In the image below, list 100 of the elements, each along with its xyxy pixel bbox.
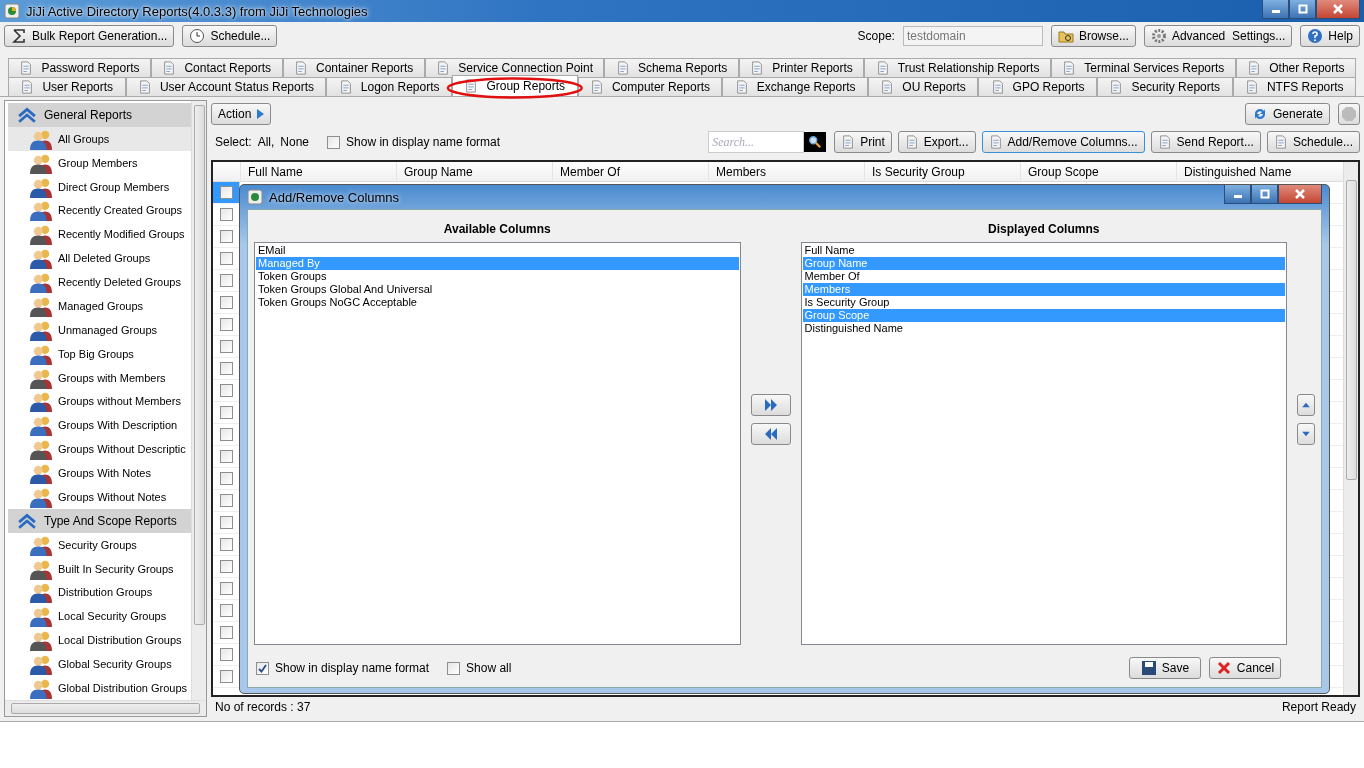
toolbar-button[interactable]: Bulk Report Generation... (4, 25, 175, 47)
tab[interactable]: Service Connection Point (424, 58, 605, 77)
checkbox[interactable] (219, 648, 233, 661)
checkbox[interactable] (219, 318, 233, 331)
report-button[interactable]: Send Report... (1150, 131, 1261, 153)
sidebar-item[interactable]: Top Big Groups (8, 341, 191, 366)
checkbox[interactable] (219, 296, 233, 309)
checkbox[interactable] (219, 208, 233, 221)
sidebar-item[interactable]: Built In Security Groups (8, 556, 191, 581)
toolbar-button[interactable]: Browse... (1050, 25, 1136, 47)
report-button[interactable]: Add/Remove Columns... (981, 131, 1145, 153)
sidebar-item[interactable]: Groups Without Notes (8, 485, 191, 509)
section-header[interactable]: Type And Scope Reports (8, 508, 191, 533)
checkbox[interactable] (219, 384, 233, 397)
column-header[interactable]: Group Scope (1020, 162, 1176, 181)
tab[interactable]: Password Reports (8, 58, 151, 77)
checkbox[interactable] (219, 362, 233, 375)
column-header[interactable]: Member Of (552, 162, 708, 181)
tab[interactable]: Trust Relationship Reports (864, 58, 1051, 77)
sidebar-item[interactable]: Distribution Groups (8, 580, 191, 605)
checkbox[interactable] (219, 560, 233, 573)
checkbox[interactable] (327, 135, 341, 149)
sidebar-item[interactable]: Group Members (8, 150, 191, 175)
checkbox[interactable] (219, 274, 233, 287)
checkbox[interactable] (219, 494, 233, 507)
sidebar-item[interactable]: Global Security Groups (8, 652, 191, 676)
tab[interactable]: Computer Reports (577, 77, 723, 96)
checkbox[interactable] (219, 252, 233, 265)
sidebar-item[interactable]: Global Distribution Groups (8, 676, 191, 700)
checkbox[interactable] (219, 538, 233, 551)
checkbox[interactable] (219, 340, 233, 353)
sidebar-item[interactable]: Direct Group Members (8, 174, 191, 199)
checkbox[interactable] (219, 406, 233, 419)
tab[interactable]: Other Reports (1235, 58, 1357, 77)
search-button[interactable] (804, 132, 827, 152)
action-button[interactable]: Action (211, 103, 272, 125)
sidebar-item[interactable]: Local Security Groups (8, 604, 191, 629)
close-button[interactable] (1278, 185, 1322, 204)
checkbox[interactable] (219, 670, 233, 683)
tab[interactable]: OU Reports (867, 77, 979, 96)
close-button[interactable] (1316, 0, 1360, 19)
tab[interactable]: User Account Status Reports (125, 77, 327, 96)
sidebar-item[interactable]: Groups Without Descriptic (8, 437, 191, 462)
checkbox[interactable] (219, 516, 233, 529)
section-header[interactable]: General Reports (8, 103, 191, 127)
sidebar-item[interactable]: All Groups (8, 126, 191, 151)
add-button[interactable] (750, 394, 791, 416)
tab[interactable]: Exchange Reports (722, 77, 868, 96)
select-all-link[interactable]: All, (257, 135, 275, 149)
checkbox[interactable] (219, 582, 233, 595)
list-item[interactable]: EMail (256, 244, 739, 257)
tab[interactable]: Contact Reports (150, 58, 283, 77)
checkbox[interactable] (447, 661, 461, 675)
list-item[interactable]: Token Groups NoGC Acceptable (256, 296, 739, 309)
minimize-button[interactable] (1224, 185, 1251, 204)
sidebar-item[interactable]: All Deleted Groups (8, 246, 191, 271)
column-header[interactable]: Full Name (240, 162, 396, 181)
list-item[interactable]: Token Groups Global And Universal (256, 283, 739, 296)
sidebar-item[interactable]: Groups With Description (8, 413, 191, 438)
minimize-button[interactable] (1262, 0, 1289, 19)
sidebar-item[interactable]: Groups With Notes (8, 461, 191, 485)
tab[interactable]: Printer Reports (738, 58, 865, 77)
scrollbar[interactable] (5, 700, 206, 716)
sidebar-item[interactable]: Groups without Members (8, 389, 191, 414)
remove-button[interactable] (750, 423, 791, 445)
toolbar-button[interactable]: Advanced Settings... (1143, 25, 1293, 47)
checkbox[interactable] (256, 661, 269, 675)
report-button[interactable]: Export... (897, 131, 976, 153)
sidebar-item[interactable]: Managed Groups (8, 294, 191, 318)
checkbox[interactable] (219, 472, 233, 485)
tab[interactable]: User Reports (8, 77, 126, 96)
sidebar-item[interactable]: Local Distribution Groups (8, 628, 191, 653)
move-down-button[interactable] (1297, 423, 1315, 445)
list-item[interactable]: Token Groups (256, 270, 739, 283)
checkbox[interactable] (219, 604, 233, 617)
select-none-link[interactable]: None (280, 135, 310, 149)
list-item[interactable]: Member Of (802, 270, 1285, 283)
sidebar-item[interactable]: Groups with Members (8, 365, 191, 390)
toolbar-button[interactable]: Schedule... (182, 25, 278, 47)
move-up-button[interactable] (1297, 394, 1315, 416)
tab[interactable]: NTFS Reports (1232, 77, 1357, 96)
checkbox[interactable] (219, 626, 233, 639)
checkbox[interactable] (219, 230, 233, 243)
scrollbar[interactable] (191, 101, 206, 700)
tab[interactable]: GPO Reports (978, 77, 1097, 96)
list-item[interactable]: Distinguished Name (802, 322, 1285, 335)
tab[interactable]: Terminal Services Reports (1050, 58, 1236, 77)
report-button[interactable]: Schedule... (1266, 131, 1360, 153)
scope-field[interactable]: testdomain (902, 26, 1043, 46)
column-header[interactable]: Distinguished Name (1176, 162, 1332, 181)
sidebar-item[interactable]: Recently Deleted Groups (8, 270, 191, 294)
generate-button[interactable]: Generate (1244, 103, 1330, 125)
checkbox[interactable] (219, 428, 233, 441)
tab[interactable]: Logon Reports (326, 77, 452, 96)
maximize-button[interactable] (1251, 185, 1278, 204)
sidebar-item[interactable]: Recently Created Groups (8, 198, 191, 223)
column-header[interactable]: Group Name (396, 162, 552, 181)
sidebar-item[interactable]: Unmanaged Groups (8, 317, 191, 342)
list-item[interactable]: Full Name (802, 244, 1285, 257)
checkbox[interactable] (219, 450, 233, 463)
